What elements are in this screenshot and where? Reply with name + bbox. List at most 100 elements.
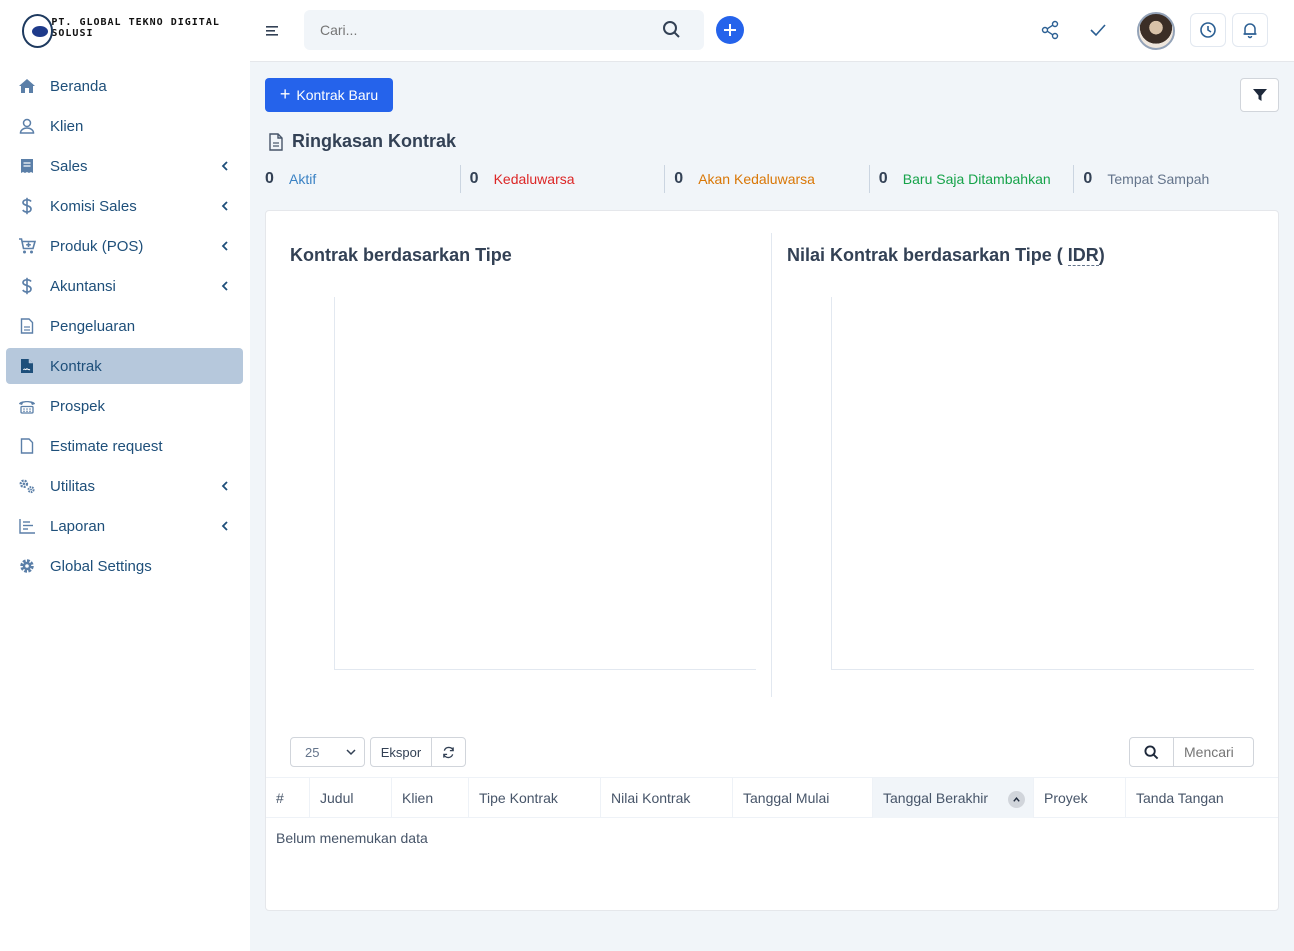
sidebar-item-estimate-request[interactable]: Estimate request	[6, 428, 243, 464]
chevron-left-icon	[221, 241, 228, 251]
export-button[interactable]: Ekspor	[371, 738, 432, 766]
user-icon	[18, 117, 36, 135]
home-icon	[18, 77, 36, 95]
contracts-card: Kontrak berdasarkan Tipe Nilai Kontrak b…	[265, 210, 1279, 911]
dollar-icon	[18, 197, 36, 215]
column-header-label: Proyek	[1044, 790, 1088, 806]
stat-count: 0	[674, 170, 684, 187]
sidebar-item-sales[interactable]: Sales	[6, 148, 243, 184]
chart-divider	[771, 233, 772, 697]
cart-plus-icon	[18, 237, 36, 255]
column-header-proyek[interactable]: Proyek	[1034, 778, 1126, 818]
stat-tempat-sampah[interactable]: 0 Tempat Sampah	[1074, 165, 1278, 193]
bell-icon	[1243, 23, 1257, 39]
document-icon	[269, 132, 283, 151]
search-icon	[1144, 744, 1159, 759]
summary-title: Ringkasan Kontrak	[292, 131, 457, 151]
sidebar-item-kontrak[interactable]: Kontrak	[6, 348, 243, 384]
chart-title-contracts-by-type: Kontrak berdasarkan Tipe	[290, 245, 512, 265]
table-search-input[interactable]	[1174, 738, 1252, 766]
stat-label[interactable]: Tempat Sampah	[1107, 171, 1209, 187]
sidebar-item-label: Utilitas	[50, 477, 96, 495]
gear-icon	[18, 557, 36, 575]
stat-label[interactable]: Kedaluwarsa	[494, 171, 575, 187]
stat-label[interactable]: Baru Saja Ditambahkan	[903, 171, 1051, 187]
table-search-icon-wrap[interactable]	[1130, 738, 1174, 766]
search-input[interactable]	[304, 10, 704, 50]
filter-button[interactable]	[1240, 78, 1279, 112]
sidebar-item-prospek[interactable]: Prospek	[6, 388, 243, 424]
sidebar-item-pengeluaran[interactable]: Pengeluaran	[6, 308, 243, 344]
column-header-nilai-kontrak[interactable]: Nilai Kontrak	[601, 778, 733, 818]
sidebar-item-label: Global Settings	[50, 557, 152, 575]
table-actions: Ekspor	[370, 737, 466, 767]
sidebar-item-beranda[interactable]: Beranda	[6, 68, 243, 104]
search-icon[interactable]	[662, 20, 682, 40]
chart-contract-value-by-type	[831, 297, 1254, 670]
stat-count: 0	[265, 170, 274, 187]
sidebar-item-label: Produk (POS)	[50, 237, 144, 255]
topbar	[250, 0, 1294, 62]
new-contract-button[interactable]: + Kontrak Baru	[265, 78, 393, 112]
chevron-left-icon	[221, 281, 228, 291]
stat-count: 0	[469, 170, 479, 187]
column-header-label: Tanda Tangan	[1136, 790, 1224, 806]
sidebar-item-label: Prospek	[50, 397, 106, 415]
user-avatar[interactable]	[1137, 12, 1175, 50]
contract-icon	[18, 357, 36, 375]
document-icon	[18, 317, 36, 335]
refresh-icon	[443, 746, 454, 758]
timer-button[interactable]	[1190, 13, 1226, 47]
notifications-button[interactable]	[1232, 13, 1268, 47]
stat-akan-kedaluwarsa[interactable]: 0 Akan Kedaluwarsa	[665, 165, 870, 193]
column-header-label: #	[276, 790, 284, 806]
brand[interactable]: PT. GLOBAL TEKNO DIGITAL SOLUSI	[22, 12, 250, 50]
sort-ascending-icon[interactable]	[1008, 791, 1025, 808]
column-header-label: Judul	[320, 790, 354, 806]
refresh-button[interactable]	[432, 738, 465, 766]
quick-add-button[interactable]	[716, 16, 744, 44]
sidebar-item-klien[interactable]: Klien	[6, 108, 243, 144]
menu-toggle-icon[interactable]	[266, 24, 280, 38]
column-header-tanda-tangan[interactable]: Tanda Tangan	[1126, 778, 1278, 818]
column-header-judul[interactable]: Judul	[310, 778, 392, 818]
sidebar-item-produk-pos[interactable]: Produk (POS)	[6, 228, 243, 264]
sidebar-item-laporan[interactable]: Laporan	[6, 508, 243, 544]
column-header-label: Klien	[402, 790, 434, 806]
currency-label: IDR	[1067, 245, 1099, 266]
sidebar-item-label: Klien	[50, 117, 84, 135]
summary-header: Ringkasan Kontrak	[268, 131, 456, 152]
stat-count: 0	[1083, 170, 1093, 187]
stat-count: 0	[878, 170, 888, 187]
sidebar-item-label: Akuntansi	[50, 277, 116, 295]
sidebar-item-komisi-sales[interactable]: Komisi Sales	[6, 188, 243, 224]
chevron-down-icon	[346, 749, 356, 756]
chart-title-contract-value-by-type: Nilai Kontrak berdasarkan Tipe ( IDR)	[787, 245, 1105, 266]
sidebar-item-label: Pengeluaran	[50, 317, 136, 335]
company-name: PT. GLOBAL TEKNO DIGITAL SOLUSI	[51, 17, 220, 39]
filter-icon	[1252, 89, 1267, 101]
sidebar-item-utilitas[interactable]: Utilitas	[6, 468, 243, 504]
column-header-klien[interactable]: Klien	[392, 778, 469, 818]
sidebar-item-global-settings[interactable]: Global Settings	[6, 548, 243, 584]
column-header-tipe-kontrak[interactable]: Tipe Kontrak	[469, 778, 601, 818]
chevron-left-icon	[221, 201, 228, 211]
column-header-tanggal-berakhir[interactable]: Tanggal Berakhir	[873, 778, 1034, 818]
stat-baru-saja-ditambahkan[interactable]: 0 Baru Saja Ditambahkan	[870, 165, 1075, 193]
cogs-icon	[18, 477, 36, 495]
page-size-select[interactable]: 25	[290, 737, 365, 767]
share-icon[interactable]	[1040, 20, 1060, 40]
stat-aktif[interactable]: 0 Aktif	[265, 165, 461, 193]
sidebar-item-akuntansi[interactable]: Akuntansi	[6, 268, 243, 304]
checkmark-icon[interactable]	[1088, 20, 1108, 40]
column-header-tanggal-mulai[interactable]: Tanggal Mulai	[733, 778, 873, 818]
stat-kedaluwarsa[interactable]: 0 Kedaluwarsa	[461, 165, 666, 193]
column-header-label: Tanggal Berakhir	[883, 790, 989, 806]
stat-label[interactable]: Akan Kedaluwarsa	[698, 171, 815, 187]
dollar-icon	[18, 277, 36, 295]
column-header-number[interactable]: #	[266, 778, 310, 818]
column-header-label: Tipe Kontrak	[479, 790, 558, 806]
page-size-value: 25	[305, 744, 320, 760]
chart-icon	[18, 517, 36, 535]
stat-label[interactable]: Aktif	[289, 171, 316, 187]
